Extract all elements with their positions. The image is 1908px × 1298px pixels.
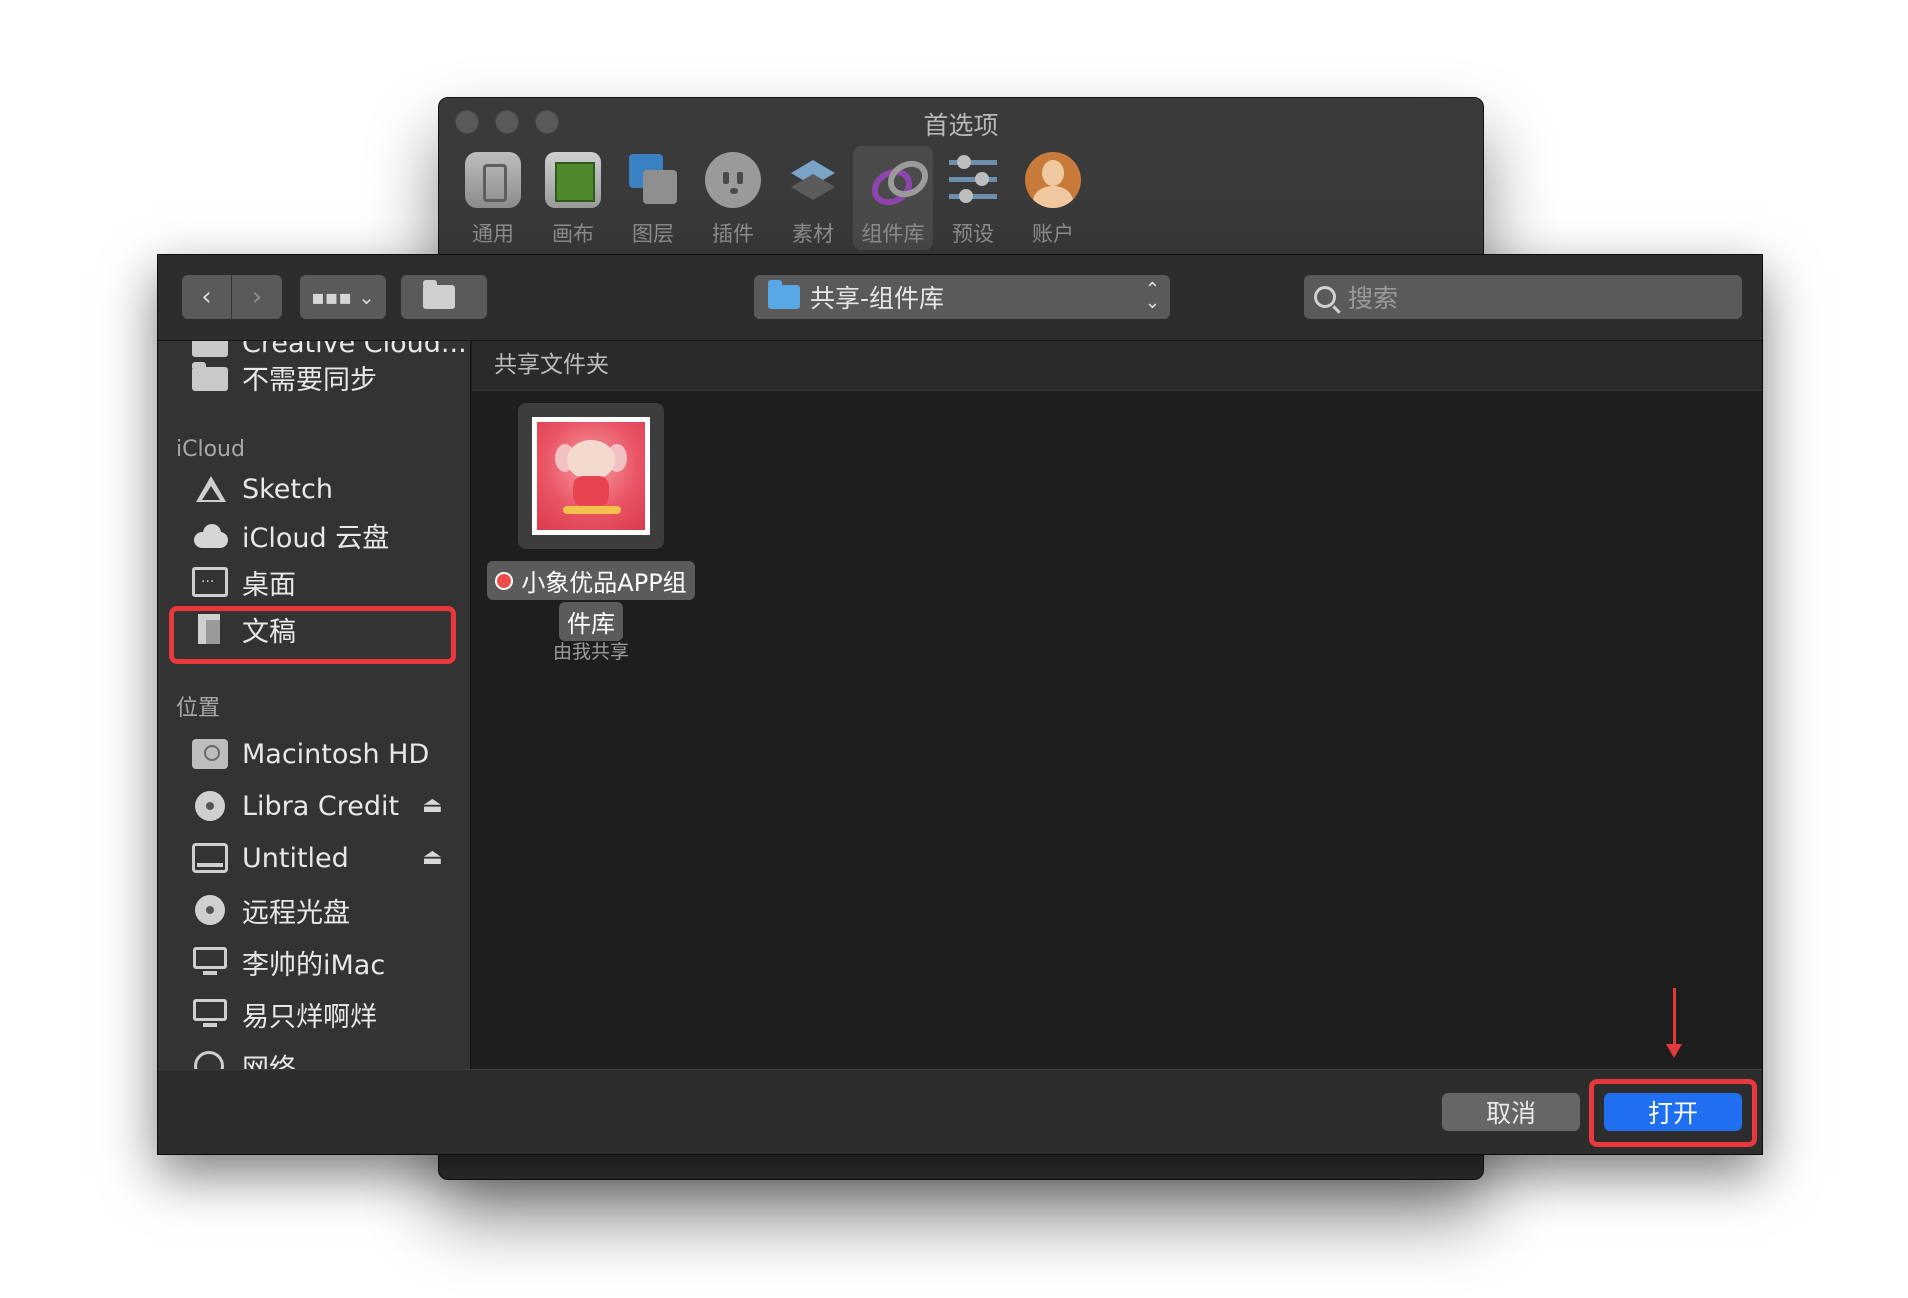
- tab-label: 画布: [552, 222, 594, 246]
- highlight-annotation-open: [1589, 1079, 1757, 1147]
- tab-canvas[interactable]: 画布: [533, 146, 613, 250]
- disc-icon: [192, 791, 228, 821]
- sidebar-item-label: 远程光盘: [242, 897, 350, 929]
- sidebar-header-locations: 位置: [176, 696, 221, 721]
- view-mode-button[interactable]: ▪▪▪ ⌄: [300, 275, 386, 319]
- tab-general[interactable]: 通用: [453, 146, 533, 250]
- tab-label: 预设: [952, 222, 994, 246]
- sidebar: Creative Cloud... 不需要同步 iCloud Sketch iC…: [158, 341, 471, 1071]
- sidebar-item-label: 易只烊啊烊: [242, 1001, 377, 1033]
- new-folder-button[interactable]: [401, 275, 487, 319]
- tab-label: 图层: [632, 222, 674, 246]
- sidebar-item-label: Untitled: [242, 842, 349, 874]
- file-name-line2: 件库: [559, 602, 623, 641]
- open-file-dialog: ‹ › ▪▪▪ ⌄ 共享-组件库 ⌃ ⌄ 搜索 Creative Cloud...: [157, 254, 1763, 1155]
- tab-label: 账户: [1032, 222, 1074, 246]
- file-subtitle: 由我共享: [552, 641, 629, 663]
- dialog-footer: 取消 打开: [158, 1069, 1762, 1154]
- back-button[interactable]: ‹: [182, 275, 232, 319]
- tab-label: 素材: [792, 222, 834, 246]
- layers-icon: [625, 152, 681, 208]
- avatar-icon: [1025, 152, 1081, 208]
- sidebar-item-libra-credit[interactable]: Libra Credit: [192, 782, 399, 830]
- library-thumbnail: [532, 417, 650, 535]
- sidebar-item-label: Macintosh HD: [242, 738, 430, 770]
- preferences-title: 首选项: [923, 111, 999, 140]
- sidebar-item-label: 李帅的iMac: [242, 949, 386, 981]
- location-popup[interactable]: 共享-组件库 ⌃ ⌄: [754, 275, 1170, 319]
- annotation-arrow: [1673, 988, 1676, 1046]
- tab-plugins[interactable]: 插件: [693, 146, 773, 250]
- tab-assets[interactable]: 素材: [773, 146, 853, 250]
- canvas-icon: [545, 152, 601, 208]
- sidebar-item-network[interactable]: 网络: [192, 1042, 296, 1071]
- group-header: 共享文件夹: [472, 341, 1762, 391]
- sidebar-item-label: iCloud 云盘: [242, 522, 390, 554]
- tab-presets[interactable]: 预设: [933, 146, 1013, 250]
- sidebar-item-shared-computer[interactable]: 易只烊啊烊: [192, 990, 377, 1038]
- sketch-icon: [192, 474, 228, 504]
- forward-button[interactable]: ›: [232, 275, 282, 319]
- sidebar-item-icloud-drive[interactable]: iCloud 云盘: [192, 511, 389, 559]
- sidebar-item-label: Sketch: [242, 473, 333, 505]
- link-icon: [865, 152, 921, 208]
- sidebar-header-icloud: iCloud: [176, 437, 245, 462]
- search-placeholder: 搜索: [1348, 284, 1399, 313]
- sidebar-item-imac[interactable]: 李帅的iMac: [192, 938, 385, 986]
- tab-libraries[interactable]: 组件库: [853, 146, 933, 250]
- sidebar-item-label: Libra Credit: [242, 790, 400, 822]
- sidebar-item-sketch[interactable]: Sketch: [192, 465, 333, 513]
- nav-buttons: ‹ ›: [182, 275, 282, 319]
- sidebar-item-desktop[interactable]: 桌面: [192, 558, 296, 606]
- sidebar-item-label: 不需要同步: [242, 364, 377, 396]
- sidebar-item-remote-disc[interactable]: 远程光盘: [192, 886, 350, 934]
- imac-icon: [192, 999, 228, 1029]
- tab-label: 通用: [472, 222, 514, 246]
- plug-icon: [705, 152, 761, 208]
- tab-label: 插件: [712, 222, 754, 246]
- imac-icon: [192, 947, 228, 977]
- drive-icon: [192, 843, 228, 873]
- folder-icon: [768, 280, 800, 309]
- elephant-mascot-image: [537, 422, 645, 530]
- sidebar-item-label: 网络: [242, 1053, 296, 1072]
- stack-icon: [785, 152, 841, 208]
- hard-drive-icon: [192, 739, 228, 769]
- preferences-toolbar: 通用 画布 图层 插件 素材 组件库 预设 账户: [453, 146, 1093, 250]
- file-thumbnail[interactable]: [518, 403, 664, 549]
- file-name-text: 小象优品APP组: [521, 569, 687, 597]
- folder-icon: [192, 362, 228, 391]
- preferences-titlebar: 首选项 通用 画布 图层 插件 素材 组件库 预设 账户: [439, 98, 1483, 258]
- annotation-arrow-head: [1666, 1044, 1682, 1058]
- red-tag-icon: [495, 571, 514, 590]
- eject-icon[interactable]: ⏏: [422, 845, 443, 870]
- updown-chevron-icon: ⌃ ⌄: [1144, 279, 1160, 313]
- phone-icon: [465, 152, 521, 208]
- cancel-button[interactable]: 取消: [1442, 1093, 1580, 1131]
- tab-label: 组件库: [861, 222, 925, 246]
- file-name-line1: 小象优品APP组: [487, 561, 695, 600]
- search-field[interactable]: 搜索: [1304, 275, 1742, 319]
- new-folder-icon: [423, 280, 455, 309]
- file-name[interactable]: 小象优品APP组 件库: [484, 561, 698, 641]
- disc-icon: [192, 895, 228, 925]
- search-icon: [1314, 286, 1336, 308]
- network-icon: [192, 1051, 228, 1071]
- dialog-toolbar: ‹ › ▪▪▪ ⌄ 共享-组件库 ⌃ ⌄ 搜索: [158, 255, 1762, 341]
- sidebar-item-label: 桌面: [242, 569, 296, 601]
- file-browser: 共享文件夹 小象优品APP组 件库 由我共享: [472, 341, 1762, 1071]
- tab-layers[interactable]: 图层: [613, 146, 693, 250]
- tab-account[interactable]: 账户: [1013, 146, 1093, 250]
- screenshot-stage: 首选项 通用 画布 图层 插件 素材 组件库 预设 账户 ‹ › ▪▪▪ ⌄ 共…: [0, 0, 1908, 1298]
- sidebar-item-macintosh-hd[interactable]: Macintosh HD: [192, 730, 429, 778]
- sidebar-item-untitled[interactable]: Untitled: [192, 834, 349, 882]
- desktop-icon: [192, 567, 228, 597]
- cloud-icon: [192, 520, 228, 550]
- eject-icon[interactable]: ⏏: [422, 793, 443, 818]
- sidebar-item-no-sync[interactable]: 不需要同步: [192, 353, 377, 401]
- sliders-icon: [945, 152, 1001, 208]
- location-label: 共享-组件库: [810, 284, 945, 313]
- highlight-annotation-icloud: [169, 606, 456, 664]
